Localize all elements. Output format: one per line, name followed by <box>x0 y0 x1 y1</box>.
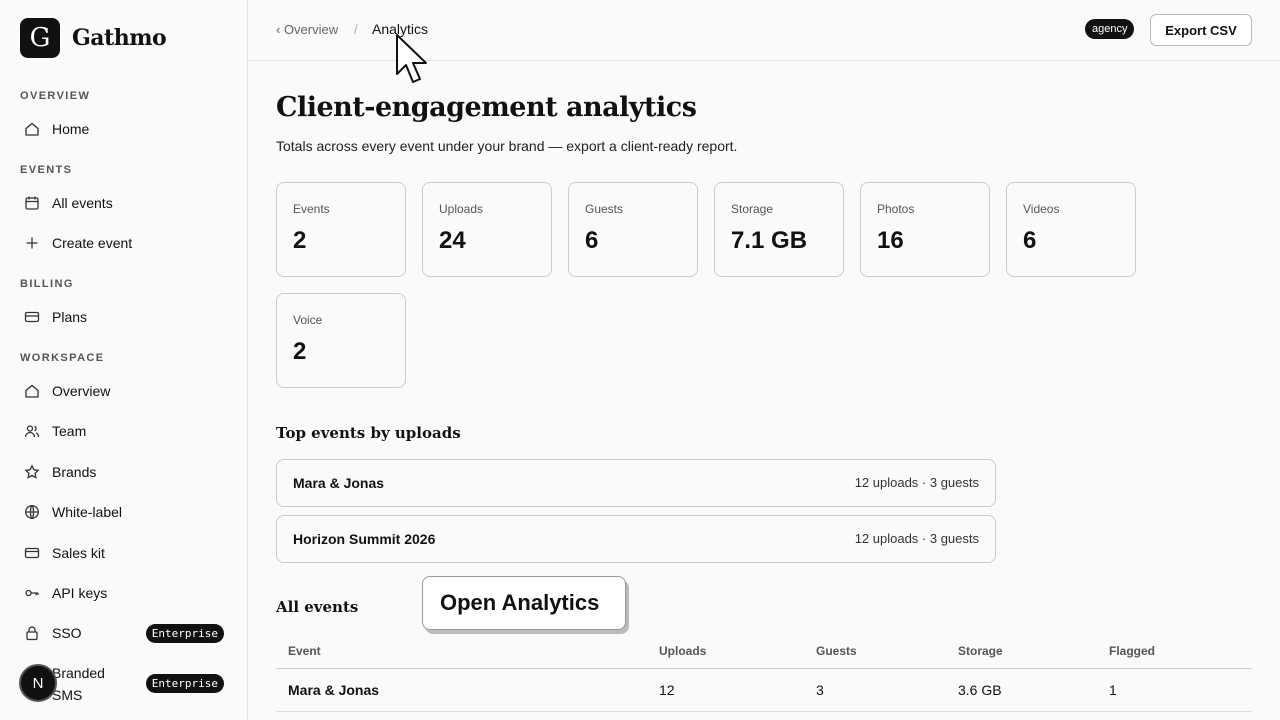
table-row[interactable]: Mara & Jonas 12 3 3.6 GB 1 <box>276 670 1252 712</box>
sidebar-item-label: Brands <box>52 464 97 480</box>
sidebar-item-home[interactable]: Home <box>20 113 228 145</box>
enterprise-badge: Enterprise <box>145 623 224 643</box>
stat-value: 2 <box>293 227 307 254</box>
sidebar-item-label: All events <box>52 195 113 211</box>
logo[interactable]: G Gathmo <box>20 18 167 58</box>
stat-card-photos: Photos 16 <box>860 182 990 277</box>
stat-card-videos: Videos 6 <box>1006 182 1136 277</box>
stat-value: 6 <box>1023 227 1037 254</box>
lock-icon <box>20 621 44 645</box>
sidebar-item-api-keys[interactable]: API keys <box>20 577 228 609</box>
sidebar: G Gathmo OVERVIEW Home EVENTS All events… <box>0 0 248 720</box>
cell-flagged: 1 <box>1109 682 1117 698</box>
stat-label: Guests <box>585 202 624 216</box>
events-table-header: Event Uploads Guests Storage Flagged <box>276 640 1252 669</box>
sidebar-item-label: Overview <box>52 383 111 399</box>
section-label-billing: BILLING <box>20 278 74 290</box>
stat-card-guests: Guests 6 <box>568 182 698 277</box>
stat-card-events: Events 2 <box>276 182 406 277</box>
column-header-guests[interactable]: Guests <box>816 644 857 658</box>
top-events-heading: Top events by uploads <box>276 424 461 442</box>
column-header-uploads[interactable]: Uploads <box>659 644 706 658</box>
cell-event: Mara & Jonas <box>288 682 380 698</box>
logo-mark: G <box>20 18 60 58</box>
sidebar-item-label: Home <box>52 121 90 137</box>
sidebar-item-team[interactable]: Team <box>20 415 228 447</box>
enterprise-badge: Enterprise <box>145 674 224 693</box>
sidebar-item-sso[interactable]: SSO Enterprise <box>20 617 228 649</box>
top-event-row[interactable]: Mara & Jonas 12 uploads · 3 guests <box>276 459 996 507</box>
mouse-cursor-icon <box>396 34 427 83</box>
home-icon <box>20 379 44 403</box>
sidebar-item-label: API keys <box>52 585 108 601</box>
stat-label: Storage <box>731 202 774 216</box>
stat-label: Videos <box>1023 202 1060 216</box>
section-label-events: EVENTS <box>20 164 73 176</box>
stat-card-uploads: Uploads 24 <box>422 182 552 277</box>
stat-card-storage: Storage 7.1 GB <box>714 182 844 277</box>
sidebar-item-create-event[interactable]: Create event <box>20 227 228 259</box>
sidebar-item-label: Branded SMS <box>52 665 105 703</box>
sidebar-item-label: Sales kit <box>52 545 105 561</box>
plan-badge: agency <box>1085 19 1135 39</box>
sidebar-item-label: Create event <box>52 235 133 251</box>
key-icon <box>20 581 44 605</box>
credit-card-icon <box>20 305 44 329</box>
cell-uploads: 12 <box>659 682 675 698</box>
users-icon <box>20 419 44 443</box>
card-icon <box>20 541 44 565</box>
sidebar-item-label: White-label <box>52 504 123 520</box>
export-csv-button[interactable]: Export CSV <box>1150 14 1252 46</box>
top-event-meta: 12 uploads · 3 guests <box>854 531 979 546</box>
top-event-row[interactable]: Horizon Summit 2026 12 uploads · 3 guest… <box>276 515 996 563</box>
cell-guests: 3 <box>816 682 824 698</box>
breadcrumb-separator: / <box>354 22 358 37</box>
stat-value: 7.1 GB <box>731 227 808 254</box>
sidebar-item-white-label[interactable]: White-label <box>20 496 228 528</box>
cell-storage: 3.6 GB <box>958 682 1002 698</box>
sidebar-item-sales-kit[interactable]: Sales kit <box>20 537 228 569</box>
star-icon <box>20 460 44 484</box>
stat-label: Events <box>293 202 330 216</box>
stat-value: 24 <box>439 227 466 254</box>
plus-icon <box>20 231 44 255</box>
column-header-event[interactable]: Event <box>288 644 321 658</box>
stat-value: 2 <box>293 338 307 365</box>
stat-value: 16 <box>877 227 904 254</box>
all-events-heading: All events <box>276 598 359 616</box>
top-event-name: Horizon Summit 2026 <box>293 531 436 547</box>
page-title: Client-engagement analytics <box>276 92 697 123</box>
home-icon <box>20 117 44 141</box>
stat-label: Voice <box>293 313 323 327</box>
sidebar-item-overview[interactable]: Overview <box>20 375 228 407</box>
stat-value: 6 <box>585 227 599 254</box>
sidebar-item-plans[interactable]: Plans <box>20 301 228 333</box>
stat-card-voice: Voice 2 <box>276 293 406 388</box>
page-subtitle: Totals across every event under your bra… <box>276 138 738 154</box>
sidebar-item-label: SSO <box>52 625 82 641</box>
app-name: Gathmo <box>72 25 167 51</box>
globe-icon <box>20 500 44 524</box>
open-analytics-tooltip: Open Analytics <box>422 576 626 630</box>
sidebar-item-brands[interactable]: Brands <box>20 456 228 488</box>
column-header-storage[interactable]: Storage <box>958 644 1003 658</box>
stat-label: Uploads <box>439 202 484 216</box>
sidebar-item-all-events[interactable]: All events <box>20 187 228 219</box>
avatar[interactable]: N <box>19 664 57 702</box>
section-label-overview: OVERVIEW <box>20 90 91 102</box>
breadcrumb-back-link[interactable]: ‹ Overview <box>276 22 338 37</box>
sidebar-item-label: Plans <box>52 309 88 325</box>
top-event-name: Mara & Jonas <box>293 475 385 491</box>
column-header-flagged[interactable]: Flagged <box>1109 644 1155 658</box>
sidebar-item-label: Team <box>52 423 87 439</box>
calendar-icon <box>20 191 44 215</box>
section-label-workspace: WORKSPACE <box>20 352 105 364</box>
top-event-meta: 12 uploads · 3 guests <box>854 475 979 490</box>
stat-label: Photos <box>877 202 915 216</box>
